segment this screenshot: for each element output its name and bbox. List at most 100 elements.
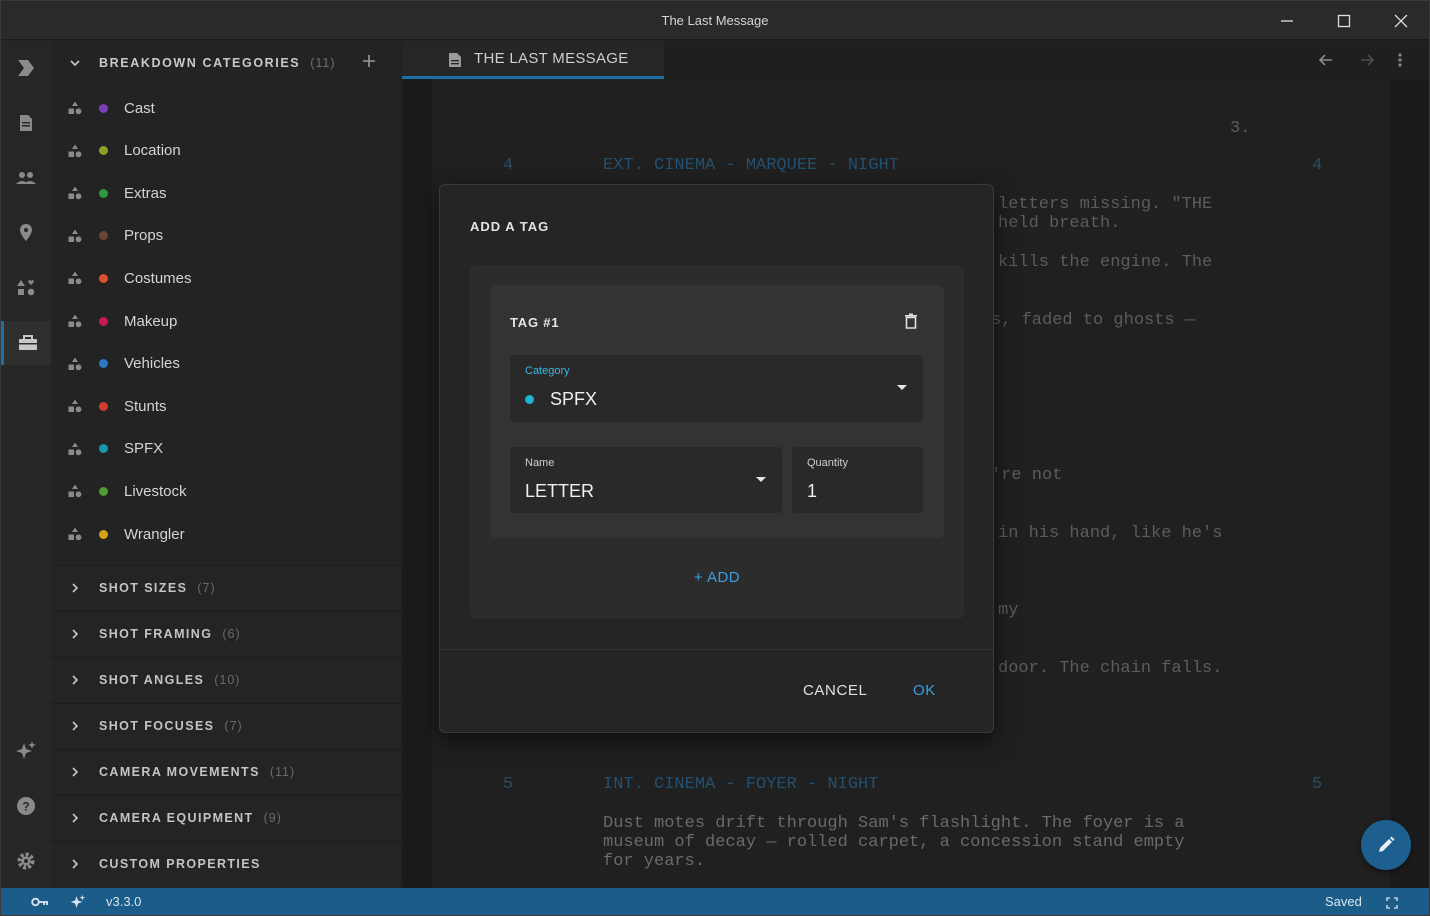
category-name: SPFX: [124, 440, 164, 458]
document-icon: [20, 115, 32, 131]
activity-rail: ?: [1, 41, 51, 888]
name-value: LETTER: [525, 481, 595, 501]
chevron-right-icon: [51, 858, 99, 870]
category-item[interactable]: Wrangler: [51, 513, 401, 555]
breakdown-categories-header[interactable]: BREAKDOWN CATEGORIES (11): [51, 41, 401, 85]
chevron-right-icon: [51, 582, 99, 594]
back-button[interactable]: [1317, 51, 1335, 74]
tag-card: TAG #1 Category SPFX Name LETTER Quantit…: [490, 285, 944, 538]
category-name: Makeup: [124, 312, 178, 330]
category-item[interactable]: Stunts: [51, 385, 401, 427]
scrollbar[interactable]: [1391, 79, 1429, 888]
section-header[interactable]: CUSTOM PROPERTIES: [51, 841, 401, 886]
trash-icon: [905, 313, 917, 329]
section-label: BREAKDOWN CATEGORIES: [99, 56, 301, 70]
quantity-input[interactable]: Quantity 1: [792, 447, 923, 513]
breakdown-panel: BREAKDOWN CATEGORIES (11) Cast Location Ex…: [51, 41, 401, 888]
scene-number-right: 4: [1312, 156, 1323, 175]
category-item[interactable]: Cast: [51, 87, 401, 129]
category-item[interactable]: Vehicles: [51, 343, 401, 385]
section-label: CUSTOM PROPERTIES: [99, 857, 261, 871]
scene-heading: EXT. CINEMA - MARQUEE - NIGHT: [603, 156, 899, 175]
arrow-right-icon: [1361, 54, 1375, 66]
shapes-icon: [17, 280, 35, 296]
name-select[interactable]: Name LETTER: [510, 447, 782, 513]
ok-button[interactable]: OK: [913, 682, 936, 699]
category-name: Cast: [124, 99, 155, 117]
rail-settings[interactable]: [1, 839, 51, 883]
shapes-icon: [51, 442, 99, 456]
category-name: Location: [124, 142, 181, 160]
category-item[interactable]: Costumes: [51, 257, 401, 299]
dialogue-line: my: [998, 601, 1019, 620]
rail-breakdown[interactable]: [1, 321, 51, 365]
close-window-button[interactable]: [1372, 1, 1430, 40]
shapes-icon: [51, 527, 99, 541]
forward-button[interactable]: [1358, 51, 1376, 74]
app-logo[interactable]: [1, 46, 51, 90]
category-color-dot: [99, 359, 108, 369]
edit-fab-button[interactable]: [1361, 820, 1411, 870]
close-icon: [1394, 14, 1408, 27]
category-item[interactable]: Props: [51, 215, 401, 257]
category-item[interactable]: SPFX: [51, 428, 401, 470]
category-item[interactable]: Makeup: [51, 300, 401, 342]
rail-script[interactable]: [1, 101, 51, 145]
more-menu-button[interactable]: [1397, 51, 1403, 74]
category-name: Vehicles: [124, 355, 180, 373]
action-line: letters missing. "THE: [998, 195, 1213, 214]
category-color-dot: [99, 231, 108, 241]
quantity-value: 1: [807, 481, 818, 501]
rail-ai[interactable]: [1, 729, 51, 773]
name-label: Name: [525, 457, 555, 469]
category-item[interactable]: Extras: [51, 172, 401, 214]
section-count: (11): [269, 765, 296, 779]
rail-help[interactable]: ?: [1, 784, 51, 828]
scene-number-left: 5: [503, 775, 514, 794]
rail-locations[interactable]: [1, 211, 51, 255]
section-header[interactable]: SHOT SIZES (7): [51, 565, 401, 610]
category-select[interactable]: Category SPFX: [510, 355, 923, 422]
action-line: held breath.: [998, 214, 1121, 233]
tab-the-last-message[interactable]: THE LAST MESSAGE: [402, 41, 664, 79]
page-number: 3.: [1230, 119, 1251, 138]
maximize-button[interactable]: [1315, 1, 1373, 40]
section-label: SHOT FOCUSES: [99, 719, 215, 733]
add-tag-dialog: ADD A TAG TAG #1 Category SPFX Name LETT…: [439, 184, 994, 733]
dialog-divider: [440, 649, 993, 650]
cancel-button[interactable]: CANCEL: [803, 682, 867, 699]
section-header[interactable]: SHOT FOCUSES (7): [51, 703, 401, 748]
section-count: (6): [222, 627, 241, 641]
minimize-button[interactable]: [1258, 1, 1316, 40]
delete-tag-button[interactable]: [904, 313, 918, 334]
key-button[interactable]: [31, 895, 49, 914]
save-status: Saved: [1325, 894, 1362, 909]
section-label: SHOT FRAMING: [99, 627, 213, 641]
section-header[interactable]: SHOT ANGLES (10): [51, 657, 401, 702]
fullscreen-button[interactable]: [1386, 896, 1398, 914]
shapes-icon: [51, 271, 99, 285]
maximize-icon: [1337, 14, 1351, 27]
shapes-icon: [51, 484, 99, 498]
add-tag-button[interactable]: + ADD: [470, 569, 964, 586]
title-bar: The Last Message: [1, 1, 1429, 40]
section-header[interactable]: CAMERA MOVEMENTS (11): [51, 749, 401, 794]
ai-status-button[interactable]: [70, 894, 86, 915]
rail-characters[interactable]: [1, 156, 51, 200]
action-line: s, faded to ghosts —: [991, 311, 1196, 330]
gear-icon: [17, 852, 35, 870]
sparkle-icon: [70, 894, 86, 908]
rail-shapes[interactable]: [1, 266, 51, 310]
shapes-icon: [51, 314, 99, 328]
category-item[interactable]: Livestock: [51, 470, 401, 512]
window-title: The Last Message: [661, 13, 769, 28]
category-color-dot: [99, 103, 108, 113]
version-label: v3.3.0: [106, 894, 142, 909]
category-item[interactable]: Location: [51, 130, 401, 172]
add-category-button[interactable]: [361, 53, 377, 74]
category-color-dot: [99, 444, 108, 454]
section-header[interactable]: CAMERA EQUIPMENT (9): [51, 795, 401, 840]
category-label: Category: [525, 365, 570, 377]
section-header[interactable]: SHOT FRAMING (6): [51, 611, 401, 656]
shapes-icon: [51, 229, 99, 243]
